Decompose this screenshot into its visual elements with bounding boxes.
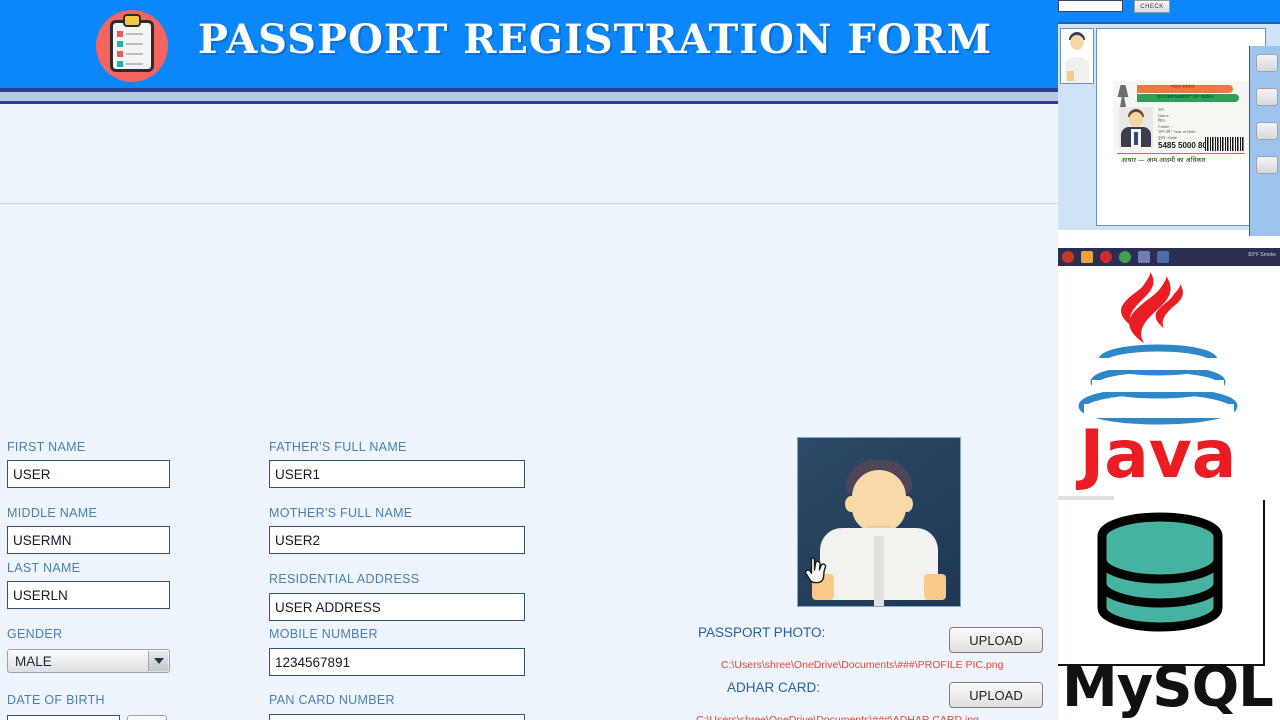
clipboard-checklist-icon bbox=[96, 10, 168, 82]
database-cylinder-icon bbox=[1097, 512, 1223, 632]
gender-select[interactable]: MALE bbox=[7, 649, 170, 673]
first-name-label: FIRST NAME bbox=[7, 440, 86, 454]
os-taskbar: 83°F Smoke bbox=[1058, 248, 1280, 266]
barcode-icon bbox=[1205, 137, 1245, 151]
india-emblem-icon bbox=[1117, 85, 1129, 107]
toolbar-button-4[interactable] bbox=[1256, 156, 1278, 174]
last-name-input[interactable]: USERLN bbox=[7, 581, 170, 609]
page-title: PASSPORT REGISTRATION FORM bbox=[197, 16, 993, 63]
mobile-number-input[interactable]: 1234567891 bbox=[269, 648, 525, 676]
record-icon[interactable] bbox=[1100, 251, 1112, 263]
form-body: FIRST NAME USER MIDDLE NAME USERMN LAST … bbox=[0, 204, 1058, 720]
date-of-birth-label: DATE OF BIRTH bbox=[7, 693, 105, 707]
toolbar-button-2[interactable] bbox=[1256, 88, 1278, 106]
adhar-card-upload-label: ADHAR CARD: bbox=[727, 680, 821, 695]
background-windows-strip: CHECK भारत सरकार GOVERNMENT OF INDIA नाम bbox=[1058, 0, 1280, 720]
mothers-name-input[interactable]: USER2 bbox=[269, 526, 525, 554]
mysql-frame-vertical bbox=[1263, 500, 1265, 666]
fathers-name-input[interactable]: USER1 bbox=[269, 460, 525, 488]
aadhaar-detail-lines: नाम Name पिता : Father : जन्म वर्ष / Yea… bbox=[1158, 107, 1198, 141]
aadhaar-gov-english: GOVERNMENT OF INDIA bbox=[1157, 94, 1215, 99]
middle-name-input[interactable]: USERMN bbox=[7, 526, 170, 554]
mothers-name-label: MOTHER'S FULL NAME bbox=[269, 506, 413, 520]
pan-card-number-input[interactable]: ABC1234567 bbox=[269, 714, 525, 720]
middle-name-label: MIDDLE NAME bbox=[7, 506, 98, 520]
gender-select-value: MALE bbox=[15, 653, 52, 669]
chevron-down-icon[interactable] bbox=[148, 651, 168, 671]
toolbar-button-3[interactable] bbox=[1256, 122, 1278, 140]
check-button[interactable]: CHECK bbox=[1134, 0, 1170, 13]
calendar-picker-button[interactable] bbox=[127, 715, 167, 720]
last-name-label: LAST NAME bbox=[7, 561, 81, 575]
screen: PASSPORT REGISTRATION FORM Username: USE… bbox=[0, 0, 1280, 720]
aadhaar-viewer-window: भारत सरकार GOVERNMENT OF INDIA नाम Name … bbox=[1058, 22, 1280, 236]
gender-label: GENDER bbox=[7, 627, 63, 641]
netbeans-icon[interactable] bbox=[1157, 251, 1169, 263]
first-name-input[interactable]: USER bbox=[7, 460, 170, 488]
opera-icon[interactable] bbox=[1062, 251, 1074, 263]
title-band bbox=[0, 92, 1058, 101]
pan-card-number-label: PAN CARD NUMBER bbox=[269, 693, 395, 707]
profile-thumbnail bbox=[1060, 28, 1094, 84]
package-icon[interactable] bbox=[1138, 251, 1150, 263]
mysql-logo-panel: MySQL bbox=[1058, 500, 1274, 720]
residential-address-input[interactable]: USER ADDRESS bbox=[269, 593, 525, 621]
java-wordmark: Java bbox=[1079, 416, 1237, 493]
toolbar-button-1[interactable] bbox=[1256, 54, 1278, 72]
mobile-number-label: MOBILE NUMBER bbox=[269, 627, 378, 641]
aadhaar-holder-photo bbox=[1119, 107, 1153, 147]
fathers-name-label: FATHER'S FULL NAME bbox=[269, 440, 407, 454]
title-bar: PASSPORT REGISTRATION FORM bbox=[0, 0, 1058, 88]
passport-registration-window: PASSPORT REGISTRATION FORM Username: USE… bbox=[0, 0, 1058, 720]
mysql-wordmark: MySQL bbox=[1062, 655, 1274, 720]
date-of-birth-input[interactable]: Dec 14, 2000 bbox=[7, 715, 120, 720]
aadhaar-footer-slogan: आधार — आम आदमी का अधिकार bbox=[1121, 156, 1206, 164]
adhar-card-upload-button[interactable]: UPLOAD bbox=[949, 682, 1043, 708]
java-logo-panel: Java bbox=[1058, 266, 1258, 500]
residential-address-label: RESIDENTIAL ADDRESS bbox=[269, 572, 420, 586]
aadhaar-gov-hindi: भारत सरकार bbox=[1171, 84, 1195, 90]
passport-photo-path: C:\Users\shree\OneDrive\Documents\###\PR… bbox=[721, 659, 1004, 671]
taskbar-weather-status: 83°F Smoke bbox=[1248, 252, 1276, 258]
aadhaar-viewer-toolbar bbox=[1249, 46, 1280, 236]
mouse-cursor-hand-icon bbox=[804, 557, 827, 584]
aadhaar-card-image: भारत सरकार GOVERNMENT OF INDIA नाम Name … bbox=[1113, 81, 1249, 164]
chrome-icon[interactable] bbox=[1119, 251, 1131, 263]
passport-photo-upload-button[interactable]: UPLOAD bbox=[949, 627, 1043, 653]
aadhaar-document-canvas: भारत सरकार GOVERNMENT OF INDIA नाम Name … bbox=[1096, 28, 1266, 226]
adhar-card-path: C:\Users\shree\OneDrive\Documents\###\AD… bbox=[696, 714, 980, 720]
aadhaar-line-6: पुरुष / Male bbox=[1158, 134, 1177, 140]
folder-icon[interactable] bbox=[1081, 251, 1093, 263]
java-coffee-cup-icon bbox=[1078, 272, 1238, 425]
background-search-input[interactable] bbox=[1058, 0, 1123, 12]
aadhaar-divider bbox=[1117, 153, 1245, 154]
passport-photo-upload-label: PASSPORT PHOTO: bbox=[698, 625, 826, 640]
login-panel: Username: USER Password: *** APP NO APPL… bbox=[0, 104, 1058, 284]
